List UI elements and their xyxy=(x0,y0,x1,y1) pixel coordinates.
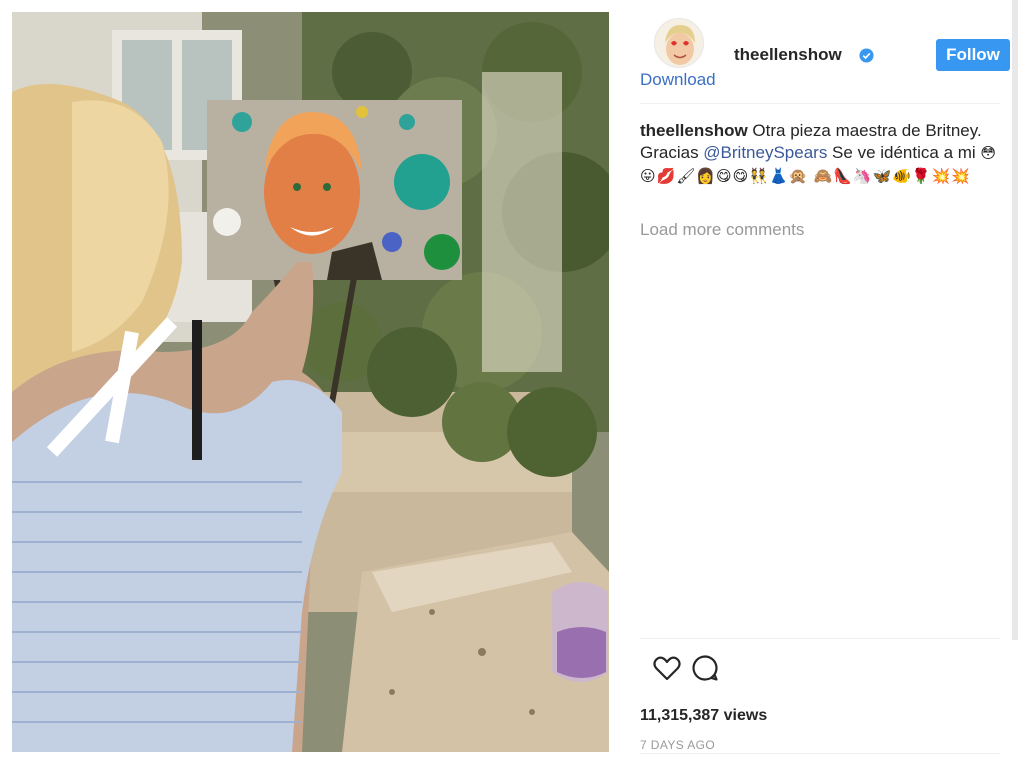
post-caption: theellenshow Otra pieza maestra de Britn… xyxy=(640,120,1002,188)
post-video[interactable] xyxy=(12,12,609,752)
load-more-comments-link[interactable]: Load more comments xyxy=(640,220,804,240)
post-actions: 11,315,387 views 7 DAYS AGO xyxy=(640,638,1000,754)
mention-link[interactable]: @BritneySpears xyxy=(703,143,827,162)
avatar-image xyxy=(655,19,703,67)
post-header: Download theellenshow Follow xyxy=(640,12,1010,104)
caption-username[interactable]: theellenshow xyxy=(640,121,748,140)
comment-icon[interactable] xyxy=(690,653,720,683)
divider xyxy=(640,753,1000,754)
video-frame-image xyxy=(12,12,609,752)
view-count[interactable]: 11,315,387 views xyxy=(640,707,767,725)
heart-icon[interactable] xyxy=(652,653,682,683)
post-sidebar: Download theellenshow Follow theellensho… xyxy=(640,12,1010,754)
scrollbar[interactable] xyxy=(1012,0,1018,640)
post-timestamp[interactable]: 7 DAYS AGO xyxy=(640,738,715,752)
caption-text-after: Se ve idéntica a mi xyxy=(827,143,981,162)
follow-button[interactable]: Follow xyxy=(936,39,1010,71)
avatar[interactable] xyxy=(654,18,704,68)
download-link[interactable]: Download xyxy=(640,70,716,90)
verified-badge-icon xyxy=(859,48,874,63)
post-username[interactable]: theellenshow xyxy=(734,45,842,65)
instagram-post: Download theellenshow Follow theellensho… xyxy=(12,12,1014,754)
page-top-strip xyxy=(0,0,1018,12)
